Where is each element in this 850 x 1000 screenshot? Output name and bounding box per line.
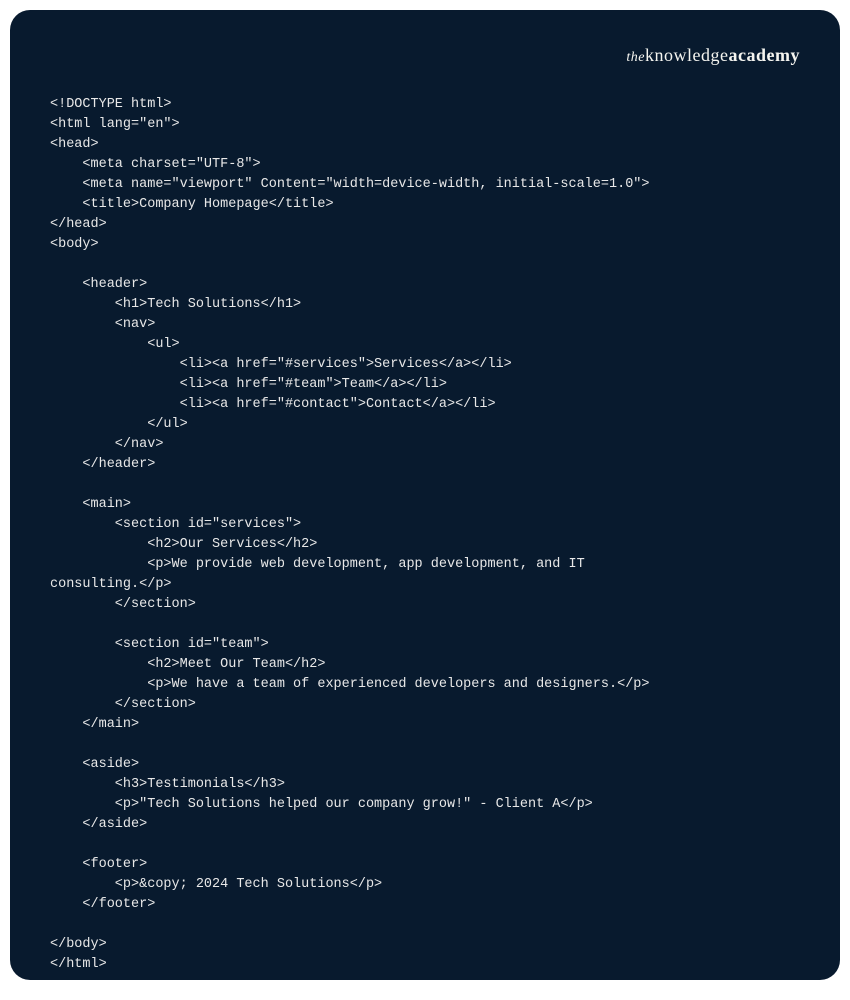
code-block: <!DOCTYPE html> <html lang="en"> <head> … <box>50 95 800 975</box>
logo-the: the <box>626 50 645 65</box>
logo-academy: academy <box>729 45 800 65</box>
brand-logo: theknowledgeacademy <box>626 45 800 66</box>
code-card: theknowledgeacademy <!DOCTYPE html> <htm… <box>10 10 840 980</box>
logo-knowledge: knowledge <box>645 45 728 65</box>
